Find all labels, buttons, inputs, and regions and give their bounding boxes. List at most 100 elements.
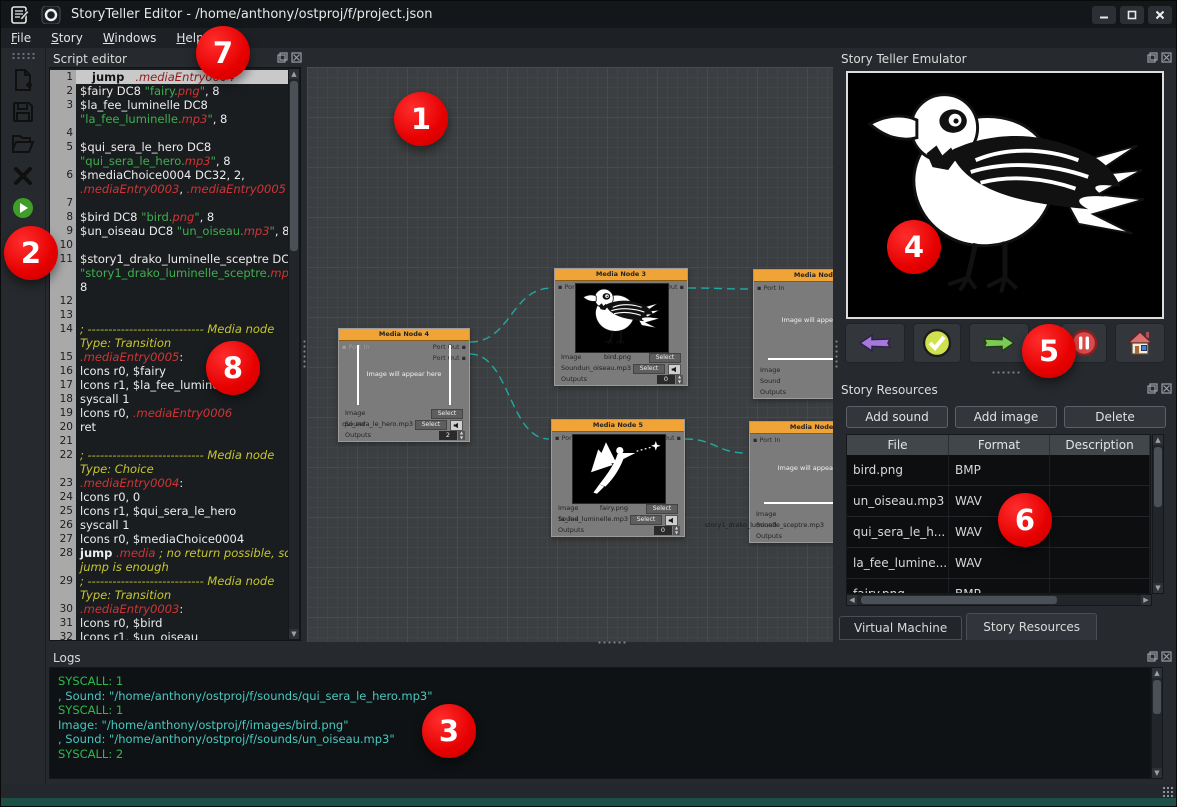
tab-virtual-machine[interactable]: Virtual Machine bbox=[839, 616, 962, 640]
float-icon[interactable] bbox=[277, 52, 288, 63]
node-title[interactable]: Media Node 5 bbox=[552, 420, 684, 432]
next-button[interactable] bbox=[969, 323, 1029, 363]
code-line[interactable]: 23.mediaEntry0004: bbox=[50, 476, 288, 490]
scroll-thumb[interactable] bbox=[1154, 447, 1162, 507]
float-icon[interactable] bbox=[1147, 383, 1158, 394]
code-line[interactable]: "story1_drako_luminelle_sceptre.mp3", bbox=[50, 266, 288, 280]
float-icon[interactable] bbox=[1147, 651, 1158, 662]
code-line[interactable]: 20ret bbox=[50, 420, 288, 434]
scroll-thumb[interactable] bbox=[290, 81, 298, 251]
scroll-up-icon[interactable]: ▲ bbox=[289, 69, 299, 79]
media-node[interactable]: Media Node 5 ▪ Port In Port Out ▪Imagefa… bbox=[551, 419, 685, 537]
scroll-down-icon[interactable]: ▼ bbox=[1153, 583, 1163, 593]
media-node[interactable]: Media Node 6 ▪ Port In Image will appear… bbox=[749, 421, 833, 543]
media-node[interactable]: Media Node 4 ▪ Port In Port Out ▪Port Ou… bbox=[338, 328, 470, 442]
code-line-current[interactable]: 1 jump .mediaEntry0004 bbox=[50, 70, 288, 84]
code-line[interactable]: 7 bbox=[50, 196, 288, 210]
code-line[interactable]: 18syscall 1 bbox=[50, 392, 288, 406]
code-line[interactable]: 27lcons r0, $mediaChoice0004 bbox=[50, 532, 288, 546]
splitter-right[interactable] bbox=[834, 339, 839, 369]
code-line[interactable]: "la_fee_luminelle.mp3", 8 bbox=[50, 112, 288, 126]
scroll-down-icon[interactable]: ▼ bbox=[1152, 768, 1162, 778]
code-line[interactable]: 26syscall 1 bbox=[50, 518, 288, 532]
logs-scrollbar[interactable]: ▲ ▼ bbox=[1151, 667, 1163, 779]
tab-story-resources[interactable]: Story Resources bbox=[966, 613, 1097, 640]
close-icon[interactable] bbox=[1161, 383, 1172, 394]
menu-story[interactable]: Story bbox=[41, 29, 93, 47]
table-horizontal-scrollbar[interactable]: ◀ ▶ bbox=[846, 594, 1152, 606]
code-line[interactable]: Type: Transition bbox=[50, 588, 288, 602]
logs-output[interactable]: SYSCALL: 1, Sound: "/home/anthony/ostpro… bbox=[49, 667, 1151, 779]
code-line[interactable]: 32lcons r1, $un_oiseau bbox=[50, 630, 288, 641]
image-select-button[interactable]: Select bbox=[431, 409, 463, 419]
code-line[interactable]: 31lcons r0, $bird bbox=[50, 616, 288, 630]
float-icon[interactable] bbox=[1147, 52, 1158, 63]
script-editor-scrollbar[interactable]: ▲ ▼ bbox=[288, 68, 300, 640]
code-line[interactable]: 11$story1_drako_luminelle_sceptre DC8 bbox=[50, 252, 288, 266]
splitter-emulator[interactable] bbox=[991, 370, 1021, 375]
new-document-button[interactable] bbox=[6, 65, 40, 95]
code-line[interactable]: 8 bbox=[50, 280, 288, 294]
node-graph-canvas[interactable]: Media Node 4 ▪ Port In Port Out ▪Port Ou… bbox=[307, 67, 833, 642]
minimize-button[interactable] bbox=[1092, 6, 1116, 24]
scroll-thumb[interactable] bbox=[1153, 680, 1161, 714]
column-header-description[interactable]: Description bbox=[1050, 435, 1150, 455]
toolbar-drag-handle[interactable] bbox=[11, 52, 35, 59]
add-sound-button[interactable]: Add sound bbox=[846, 406, 948, 428]
resize-grip-icon[interactable] bbox=[1162, 786, 1174, 797]
close-window-button[interactable] bbox=[1148, 6, 1172, 24]
menu-file[interactable]: File bbox=[1, 29, 41, 47]
outputs-spinner[interactable]: 2▲▼ bbox=[439, 431, 457, 440]
code-line[interactable]: 14; ---------------------------- Media n… bbox=[50, 322, 288, 336]
menu-windows[interactable]: Windows bbox=[93, 29, 167, 47]
scroll-right-icon[interactable]: ▶ bbox=[1141, 595, 1151, 605]
node-title[interactable]: Media Node 4 bbox=[339, 329, 469, 341]
media-node[interactable]: Media Node 3 ▪ Port In Port Out ▪Imagebi… bbox=[554, 268, 688, 386]
code-line[interactable]: 8$bird DC8 "bird.png", 8 bbox=[50, 210, 288, 224]
close-icon[interactable] bbox=[1161, 651, 1172, 662]
code-line[interactable]: 3$la_fee_luminelle DC8 bbox=[50, 98, 288, 112]
code-line[interactable]: Type: Choice bbox=[50, 462, 288, 476]
code-line[interactable]: 4 bbox=[50, 126, 288, 140]
image-select-button[interactable]: Select bbox=[649, 353, 681, 363]
table-row[interactable]: la_fee_lumine...WAV bbox=[847, 548, 1150, 579]
splitter-bottom[interactable] bbox=[597, 640, 627, 645]
node-title[interactable]: Media Node 3 bbox=[555, 269, 687, 281]
scroll-up-icon[interactable]: ▲ bbox=[1152, 668, 1162, 678]
delete-button[interactable]: Delete bbox=[1064, 406, 1166, 428]
code-line[interactable]: jump is enough bbox=[50, 560, 288, 574]
run-button[interactable] bbox=[6, 193, 40, 223]
scroll-up-icon[interactable]: ▲ bbox=[1153, 435, 1163, 445]
close-icon[interactable] bbox=[291, 52, 302, 63]
code-line[interactable]: 30.mediaEntry0003: bbox=[50, 602, 288, 616]
home-button[interactable] bbox=[1115, 323, 1165, 363]
code-line[interactable]: 19lcons r0, .mediaEntry0006 bbox=[50, 406, 288, 420]
outputs-spinner[interactable]: 0▲▼ bbox=[654, 526, 672, 535]
sound-select-button[interactable]: Select bbox=[630, 515, 662, 525]
column-header-format[interactable]: Format bbox=[949, 435, 1050, 455]
close-project-button[interactable] bbox=[6, 161, 40, 191]
code-line[interactable]: 12 bbox=[50, 294, 288, 308]
node-title[interactable]: Media Node 6 bbox=[750, 422, 833, 434]
code-line[interactable]: 29; ---------------------------- Media n… bbox=[50, 574, 288, 588]
script-editor[interactable]: 1 jump .mediaEntry00042$fairy DC8 "fairy… bbox=[49, 67, 301, 641]
code-line[interactable]: 13 bbox=[50, 308, 288, 322]
sound-select-button[interactable]: Select bbox=[415, 420, 447, 430]
code-line[interactable]: 21 bbox=[50, 434, 288, 448]
table-vertical-scrollbar[interactable]: ▲ ▼ bbox=[1152, 434, 1164, 594]
code-line[interactable]: 24lcons r0, 0 bbox=[50, 490, 288, 504]
outputs-spinner[interactable]: 0▲▼ bbox=[657, 375, 675, 384]
code-line[interactable]: 9$un_oiseau DC8 "un_oiseau.mp3", 8 bbox=[50, 224, 288, 238]
scroll-down-icon[interactable]: ▼ bbox=[289, 629, 299, 639]
media-node[interactable]: Media Node 2 ▪ Port In Image will appear… bbox=[753, 269, 833, 399]
code-line[interactable]: 22; ---------------------------- Media n… bbox=[50, 448, 288, 462]
node-title[interactable]: Media Node 2 bbox=[754, 270, 833, 282]
maximize-button[interactable] bbox=[1120, 6, 1144, 24]
column-header-file[interactable]: File bbox=[847, 435, 949, 455]
previous-button[interactable] bbox=[845, 323, 905, 363]
code-line[interactable]: 25lcons r1, $qui_sera_le_hero bbox=[50, 504, 288, 518]
code-line[interactable]: 5$qui_sera_le_hero DC8 bbox=[50, 140, 288, 154]
code-line[interactable]: Type: Transition bbox=[50, 336, 288, 350]
code-line[interactable]: 2$fairy DC8 "fairy.png", 8 bbox=[50, 84, 288, 98]
sound-select-button[interactable]: Select bbox=[633, 364, 665, 374]
